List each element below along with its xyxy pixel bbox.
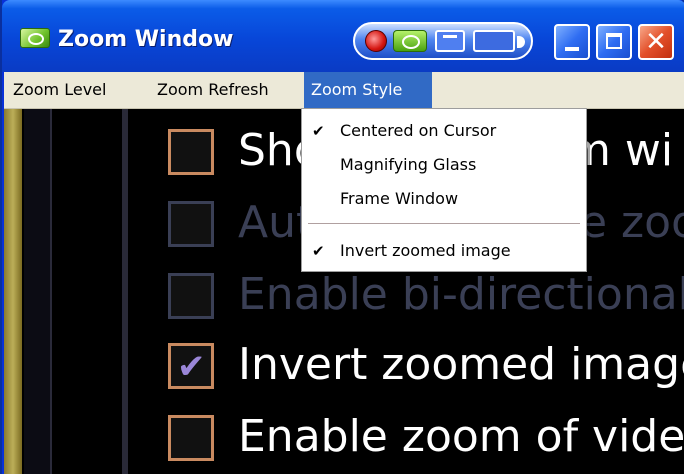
close-icon: ✕ xyxy=(645,27,667,57)
window-title: Zoom Window xyxy=(58,27,234,52)
nvidia-eye-icon[interactable] xyxy=(20,28,50,48)
zoomed-option-text: Enable zoom of video pl xyxy=(238,411,684,462)
menu-bar: Zoom Level Zoom Refresh Zoom Style xyxy=(4,72,684,109)
zoomed-option-text: Invert zoomed image xyxy=(238,339,684,390)
zoomed-divider xyxy=(122,109,128,474)
maximize-icon xyxy=(606,33,622,49)
window-tool-pill xyxy=(353,22,533,60)
zoom-style-dropdown: ✔ Centered on Cursor Magnifying Glass Fr… xyxy=(301,108,587,272)
title-bar[interactable]: Zoom Window ✕ xyxy=(2,0,684,72)
menu-item-magnifying-glass[interactable]: Magnifying Glass xyxy=(302,149,586,181)
minimize-button[interactable] xyxy=(554,24,590,60)
menu-item-centered-on-cursor[interactable]: ✔ Centered on Cursor xyxy=(302,115,586,147)
minimize-to-tray-button[interactable] xyxy=(435,30,465,52)
close-button[interactable]: ✕ xyxy=(638,24,674,60)
checkmark-icon: ✔ xyxy=(312,122,325,140)
menu-zoom-refresh[interactable]: Zoom Refresh xyxy=(150,72,302,108)
checkmark-icon: ✔ xyxy=(312,242,325,260)
nvidia-eye-button[interactable] xyxy=(393,30,427,52)
zoomed-edge-stripe xyxy=(4,109,22,474)
wide-view-button[interactable] xyxy=(473,30,515,52)
zoomed-option-text: Enable bi-directional edi xyxy=(238,269,684,320)
menu-item-label: Frame Window xyxy=(340,189,459,208)
record-icon[interactable] xyxy=(365,30,387,52)
menu-zoom-style[interactable]: Zoom Style xyxy=(304,72,432,108)
maximize-button[interactable] xyxy=(596,24,632,60)
zoomed-checkbox: ✔ xyxy=(168,343,214,389)
zoomed-checkmark-icon: ✔ xyxy=(177,347,206,387)
menu-item-label: Invert zoomed image xyxy=(340,241,511,260)
menu-item-label: Magnifying Glass xyxy=(340,155,477,174)
pill-end-icon xyxy=(517,36,525,48)
zoomed-checkbox xyxy=(168,201,214,247)
menu-zoom-level[interactable]: Zoom Level xyxy=(6,72,146,108)
menu-item-label: Centered on Cursor xyxy=(340,121,497,140)
menu-item-frame-window[interactable]: Frame Window xyxy=(302,183,586,215)
minimize-icon xyxy=(565,47,579,51)
menu-separator xyxy=(308,223,580,224)
menu-item-invert-zoomed-image[interactable]: ✔ Invert zoomed image xyxy=(302,235,586,267)
zoomed-checkbox xyxy=(168,415,214,461)
zoomed-edge-dark xyxy=(24,109,52,474)
zoomed-option-text-tail: e zoo xyxy=(580,197,684,248)
zoomed-checkbox xyxy=(168,129,214,175)
zoomed-checkbox xyxy=(168,273,214,319)
